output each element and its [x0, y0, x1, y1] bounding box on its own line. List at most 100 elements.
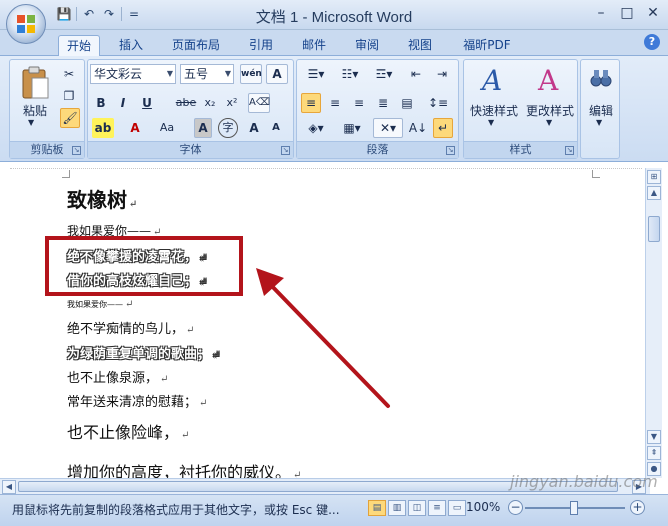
quick-styles-button[interactable]: 快速样式 [466, 102, 522, 119]
font-size-combo[interactable]: 五号 ▼ [180, 64, 234, 84]
tab-page-layout[interactable]: 页面布局 [163, 35, 229, 56]
chinese-layout-icon[interactable]: ✕▾ [373, 118, 403, 138]
office-button[interactable] [6, 4, 46, 44]
paste-button[interactable]: 粘贴 [20, 102, 50, 119]
character-shading-button[interactable]: A [194, 118, 212, 138]
superscript-button[interactable]: x² [222, 93, 242, 113]
show-marks-icon[interactable]: ↵ [433, 118, 453, 138]
outline-view-icon[interactable]: ≡ [428, 500, 446, 516]
doc-heading[interactable]: 致橡树 ↵ [67, 184, 137, 213]
quick-styles-icon[interactable]: A [478, 64, 508, 96]
scroll-down-icon[interactable]: ▼ [647, 430, 661, 444]
bullets-icon[interactable]: ☰▾ [301, 64, 331, 84]
character-border-icon[interactable]: A [266, 64, 288, 84]
clipboard-launcher-icon[interactable]: ↘ [72, 146, 81, 155]
font-color-icon[interactable]: A [126, 118, 144, 138]
doc-line[interactable]: 常年送来清凉的慰藉； ↵ [67, 391, 207, 410]
chevron-down-icon[interactable]: ▼ [28, 118, 34, 127]
tab-review[interactable]: 审阅 [346, 35, 388, 56]
chevron-down-icon[interactable]: ▼ [488, 118, 494, 127]
change-styles-button[interactable]: 更改样式 [522, 102, 578, 119]
align-left-icon[interactable]: ≡ [301, 93, 321, 113]
sort-icon[interactable]: A↓ [407, 118, 429, 138]
margin-mark [592, 170, 600, 178]
justify-icon[interactable]: ≣ [373, 93, 393, 113]
borders-icon[interactable]: ▦▾ [337, 118, 367, 138]
italic-button[interactable]: I [114, 93, 132, 113]
styles-group: A 快速样式 ▼ A 更改样式 ▼ 样式 ↘ [463, 59, 578, 159]
paragraph-launcher-icon[interactable]: ↘ [446, 146, 455, 155]
format-painter-icon[interactable]: 🖌 [60, 108, 80, 128]
scroll-thumb[interactable] [648, 216, 660, 242]
vertical-scrollbar[interactable]: ⊞ ▲ ▼ ⇞ ● [645, 168, 662, 478]
paragraph-group: ☰▾ ☷▾ ☲▾ ⇤ ⇥ ≡ ≡ ≡ ≣ ▤ ↕≡ ◈▾ ▦▾ ✕▾ A↓ ↵ … [296, 59, 459, 159]
chevron-down-icon[interactable]: ▼ [546, 118, 552, 127]
bold-button[interactable]: B [92, 93, 110, 113]
increase-indent-icon[interactable]: ⇥ [431, 64, 453, 84]
svg-text:A: A [479, 64, 502, 96]
decrease-indent-icon[interactable]: ⇤ [405, 64, 427, 84]
full-screen-reading-icon[interactable]: ▥ [388, 500, 406, 516]
phonetic-guide-icon[interactable]: wén [240, 64, 262, 84]
chevron-down-icon[interactable]: ▼ [167, 65, 173, 83]
copy-icon[interactable]: ❐ [60, 86, 78, 106]
change-styles-icon[interactable]: A [534, 64, 564, 96]
tab-view[interactable]: 视图 [399, 35, 441, 56]
doc-line[interactable]: 也不止像险峰， ↵ [67, 419, 189, 443]
web-layout-icon[interactable]: ◫ [408, 500, 426, 516]
clear-formatting-icon[interactable]: A⌫ [248, 93, 270, 113]
styles-launcher-icon[interactable]: ↘ [565, 146, 574, 155]
font-name-value: 华文彩云 [94, 67, 143, 81]
doc-line-outline[interactable]: 为绿荫重复单调的歌曲； ↵ [67, 343, 220, 362]
tab-foxit-pdf[interactable]: 福昕PDF [452, 35, 522, 56]
tab-mailings[interactable]: 邮件 [293, 35, 335, 56]
paragraph-mark: ↵ [160, 374, 169, 385]
grow-font-button[interactable]: A [244, 118, 264, 138]
doc-line[interactable]: 绝不学痴情的鸟儿， ↵ [67, 318, 194, 337]
zoom-in-icon[interactable]: + [630, 500, 645, 515]
highlight-icon[interactable]: ab [92, 118, 114, 138]
distributed-icon[interactable]: ▤ [397, 93, 417, 113]
numbering-icon[interactable]: ☷▾ [335, 64, 365, 84]
print-layout-view-icon[interactable]: ▤ [368, 500, 386, 516]
zoom-level[interactable]: 100% [466, 500, 500, 514]
doc-line[interactable]: 我如果爱你—— ↵ [67, 299, 133, 310]
previous-page-icon[interactable]: ⇞ [647, 446, 661, 460]
zoom-out-icon[interactable]: − [508, 500, 523, 515]
zoom-slider-thumb[interactable] [570, 501, 578, 515]
font-name-combo[interactable]: 华文彩云 ▼ [90, 64, 176, 84]
tab-insert[interactable]: 插入 [110, 35, 152, 56]
line-spacing-icon[interactable]: ↕≡ [423, 93, 453, 113]
draft-view-icon[interactable]: ▭ [448, 500, 466, 516]
strikethrough-button[interactable]: abe [174, 93, 198, 113]
font-launcher-icon[interactable]: ↘ [281, 146, 290, 155]
tab-references[interactable]: 引用 [240, 35, 282, 56]
chevron-down-icon[interactable]: ▼ [596, 118, 602, 127]
scroll-left-icon[interactable]: ◀ [2, 480, 16, 494]
paste-icon[interactable] [20, 66, 50, 100]
help-icon[interactable]: ? [644, 34, 660, 50]
ruler-toggle-icon[interactable]: ⊞ [647, 170, 661, 184]
multilevel-list-icon[interactable]: ☲▾ [369, 64, 399, 84]
enclose-characters-button[interactable]: 字 [218, 118, 238, 138]
shading-icon[interactable]: ◈▾ [301, 118, 331, 138]
align-right-icon[interactable]: ≡ [349, 93, 369, 113]
scroll-up-icon[interactable]: ▲ [647, 186, 661, 200]
cut-icon[interactable]: ✂ [60, 64, 78, 84]
tab-home[interactable]: 开始 [58, 35, 100, 56]
maximize-button[interactable]: □ [618, 4, 636, 22]
underline-button[interactable]: U [138, 93, 156, 113]
shrink-font-button[interactable]: A [266, 118, 286, 138]
close-button[interactable]: ✕ [644, 4, 662, 22]
ribbon-tabs: 开始 插入 页面布局 引用 邮件 审阅 视图 福昕PDF ? [0, 30, 668, 56]
change-case-button[interactable]: Aa [154, 118, 180, 138]
subscript-button[interactable]: x₂ [200, 93, 220, 113]
chevron-down-icon[interactable]: ▼ [225, 65, 231, 83]
doc-line[interactable]: 也不止像泉源， ↵ [67, 367, 168, 386]
editing-button[interactable]: 编辑 [583, 102, 619, 119]
align-center-icon[interactable]: ≡ [325, 93, 345, 113]
find-binoculars-icon[interactable] [589, 66, 613, 90]
minimize-button[interactable]: – [592, 4, 610, 22]
font-group: 华文彩云 ▼ 五号 ▼ wén A B I U abe x₂ x² A⌫ ab … [87, 59, 294, 159]
paragraph-mark: ↵ [186, 325, 195, 336]
